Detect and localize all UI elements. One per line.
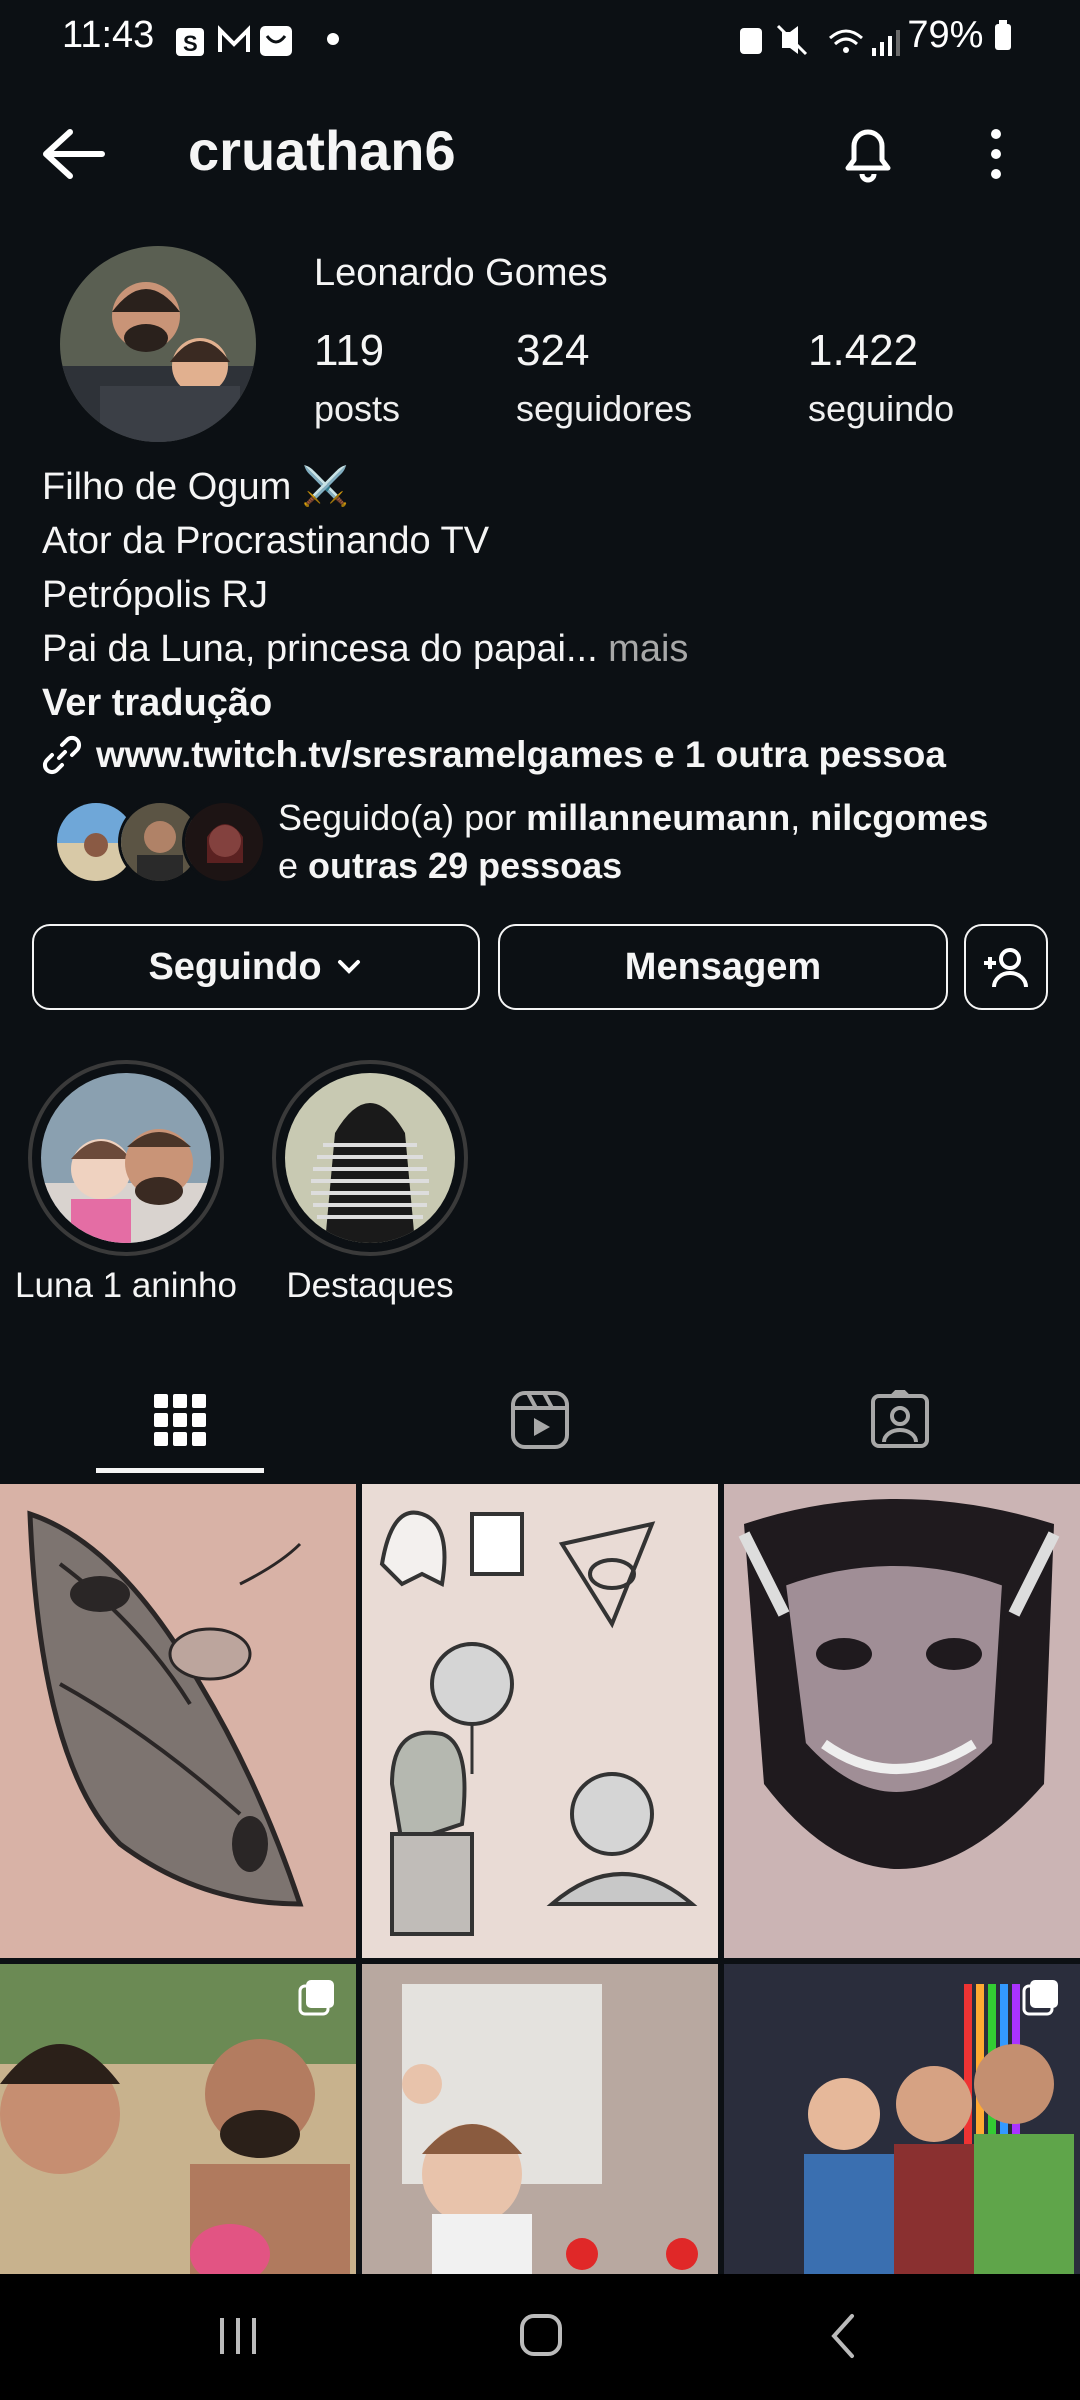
highlight-cover bbox=[41, 1073, 211, 1243]
post-thumbnail[interactable] bbox=[0, 1484, 356, 1958]
bio-line: Filho de Ogum ⚔️ bbox=[42, 466, 350, 508]
back-arrow-icon[interactable] bbox=[40, 126, 108, 182]
header-username: cruathan6 bbox=[188, 119, 456, 182]
following-label[interactable]: seguindo bbox=[808, 388, 954, 430]
see-translation-link[interactable]: Ver tradução bbox=[42, 676, 272, 730]
post-thumbnail[interactable] bbox=[724, 1964, 1080, 2274]
followed-by-prefix: Seguido(a) por bbox=[278, 797, 527, 838]
external-link[interactable]: www.twitch.tv/sresramelgames e 1 outra p… bbox=[42, 734, 946, 776]
carousel-icon bbox=[1022, 1980, 1058, 2016]
followed-by-text[interactable]: Seguido(a) por millanneumann, nilcgomes … bbox=[278, 794, 1048, 890]
posts-count[interactable]: 119 bbox=[314, 326, 384, 376]
notification-icons: S bbox=[176, 25, 292, 56]
followed-by-others[interactable]: outras 29 pessoas bbox=[308, 845, 622, 886]
message-button[interactable]: Mensagem bbox=[498, 924, 948, 1010]
post-thumbnail[interactable] bbox=[362, 1484, 718, 1958]
full-name: Leonardo Gomes bbox=[314, 252, 608, 294]
followed-by-user[interactable]: millanneumann bbox=[526, 797, 790, 838]
followers-label[interactable]: seguidores bbox=[516, 388, 692, 430]
highlight-label[interactable]: Luna 1 aninho bbox=[0, 1266, 256, 1306]
followed-by-and: e bbox=[278, 845, 309, 886]
dot-icon bbox=[327, 33, 339, 45]
highlight-cover bbox=[285, 1073, 455, 1243]
highlight-luna[interactable] bbox=[28, 1060, 224, 1256]
link-text[interactable]: www.twitch.tv/sresramelgames e 1 outra p… bbox=[96, 734, 946, 776]
bio-line: Petrópolis RJ bbox=[42, 574, 268, 616]
grid-icon bbox=[154, 1394, 206, 1446]
posts-label[interactable]: posts bbox=[314, 388, 400, 430]
battery-icon bbox=[995, 20, 1011, 50]
following-count[interactable]: 1.422 bbox=[808, 326, 918, 376]
followed-by-separator: , bbox=[790, 797, 811, 838]
recent-apps-icon[interactable] bbox=[216, 2314, 262, 2358]
profile-avatar[interactable] bbox=[60, 246, 256, 442]
post-thumbnail[interactable] bbox=[362, 1964, 718, 2274]
back-nav-icon[interactable] bbox=[826, 2312, 860, 2360]
link-icon bbox=[42, 735, 82, 775]
suggest-people-button[interactable] bbox=[964, 924, 1048, 1010]
bio-line: Ator da Procrastinando TV bbox=[42, 520, 490, 562]
following-button-label: Seguindo bbox=[148, 945, 322, 988]
message-button-label: Mensagem bbox=[624, 945, 822, 988]
followed-by-user[interactable]: nilcgomes bbox=[810, 797, 988, 838]
carousel-icon bbox=[298, 1980, 334, 2016]
chevron-down-icon bbox=[337, 960, 360, 974]
highlight-destaques[interactable] bbox=[272, 1060, 468, 1256]
highlight-label[interactable]: Destaques bbox=[240, 1266, 500, 1306]
following-button[interactable]: Seguindo bbox=[32, 924, 480, 1010]
bio-line: Pai da Luna, princesa do papai... mais bbox=[42, 622, 688, 676]
system-navigation-bar bbox=[0, 2274, 1080, 2400]
home-icon[interactable] bbox=[518, 2312, 564, 2358]
bio-more-link[interactable]: mais bbox=[598, 628, 688, 670]
tab-posts-grid[interactable] bbox=[0, 1370, 360, 1470]
more-options-icon[interactable] bbox=[984, 126, 1008, 182]
post-thumbnail[interactable] bbox=[724, 1484, 1080, 1958]
notification-bell-icon[interactable] bbox=[838, 120, 898, 186]
reels-icon bbox=[511, 1391, 569, 1449]
post-thumbnail[interactable] bbox=[0, 1964, 356, 2274]
svg-text:S: S bbox=[183, 31, 198, 56]
followers-count[interactable]: 324 bbox=[516, 326, 589, 376]
battery-percent: 79% bbox=[907, 14, 1012, 57]
follower-avatar[interactable] bbox=[182, 800, 266, 884]
bio-text: Pai da Luna, princesa do papai... bbox=[42, 628, 598, 670]
status-bar: 11:43 S 79% bbox=[0, 0, 1080, 80]
tab-reels[interactable] bbox=[360, 1370, 720, 1470]
add-person-icon bbox=[984, 948, 1028, 988]
active-tab-indicator bbox=[96, 1468, 264, 1473]
tab-tagged[interactable] bbox=[720, 1370, 1080, 1470]
status-time: 11:43 bbox=[62, 14, 155, 56]
tagged-icon bbox=[871, 1390, 929, 1448]
